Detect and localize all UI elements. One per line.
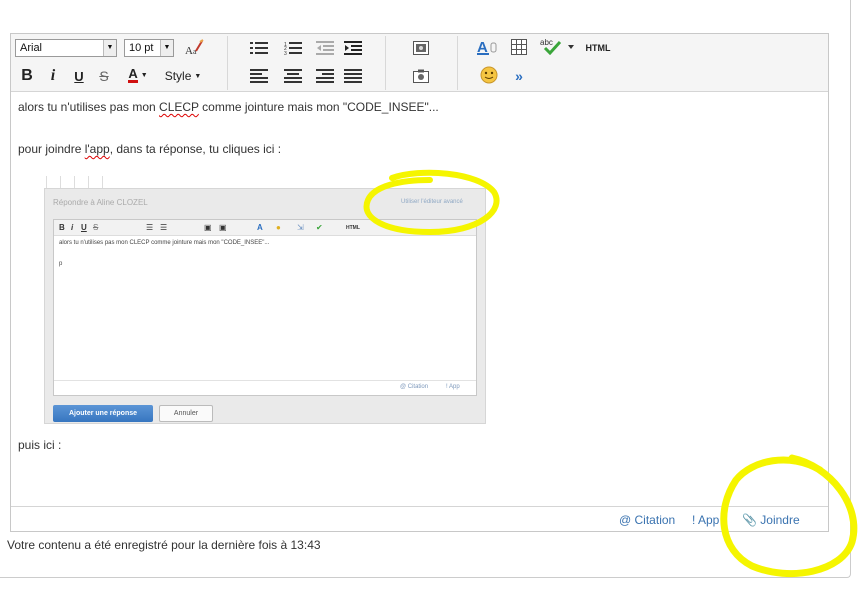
highlight-annotations bbox=[363, 169, 858, 578]
highlight-circle-joindre bbox=[720, 454, 858, 578]
highlight-circle-advanced bbox=[363, 169, 500, 236]
